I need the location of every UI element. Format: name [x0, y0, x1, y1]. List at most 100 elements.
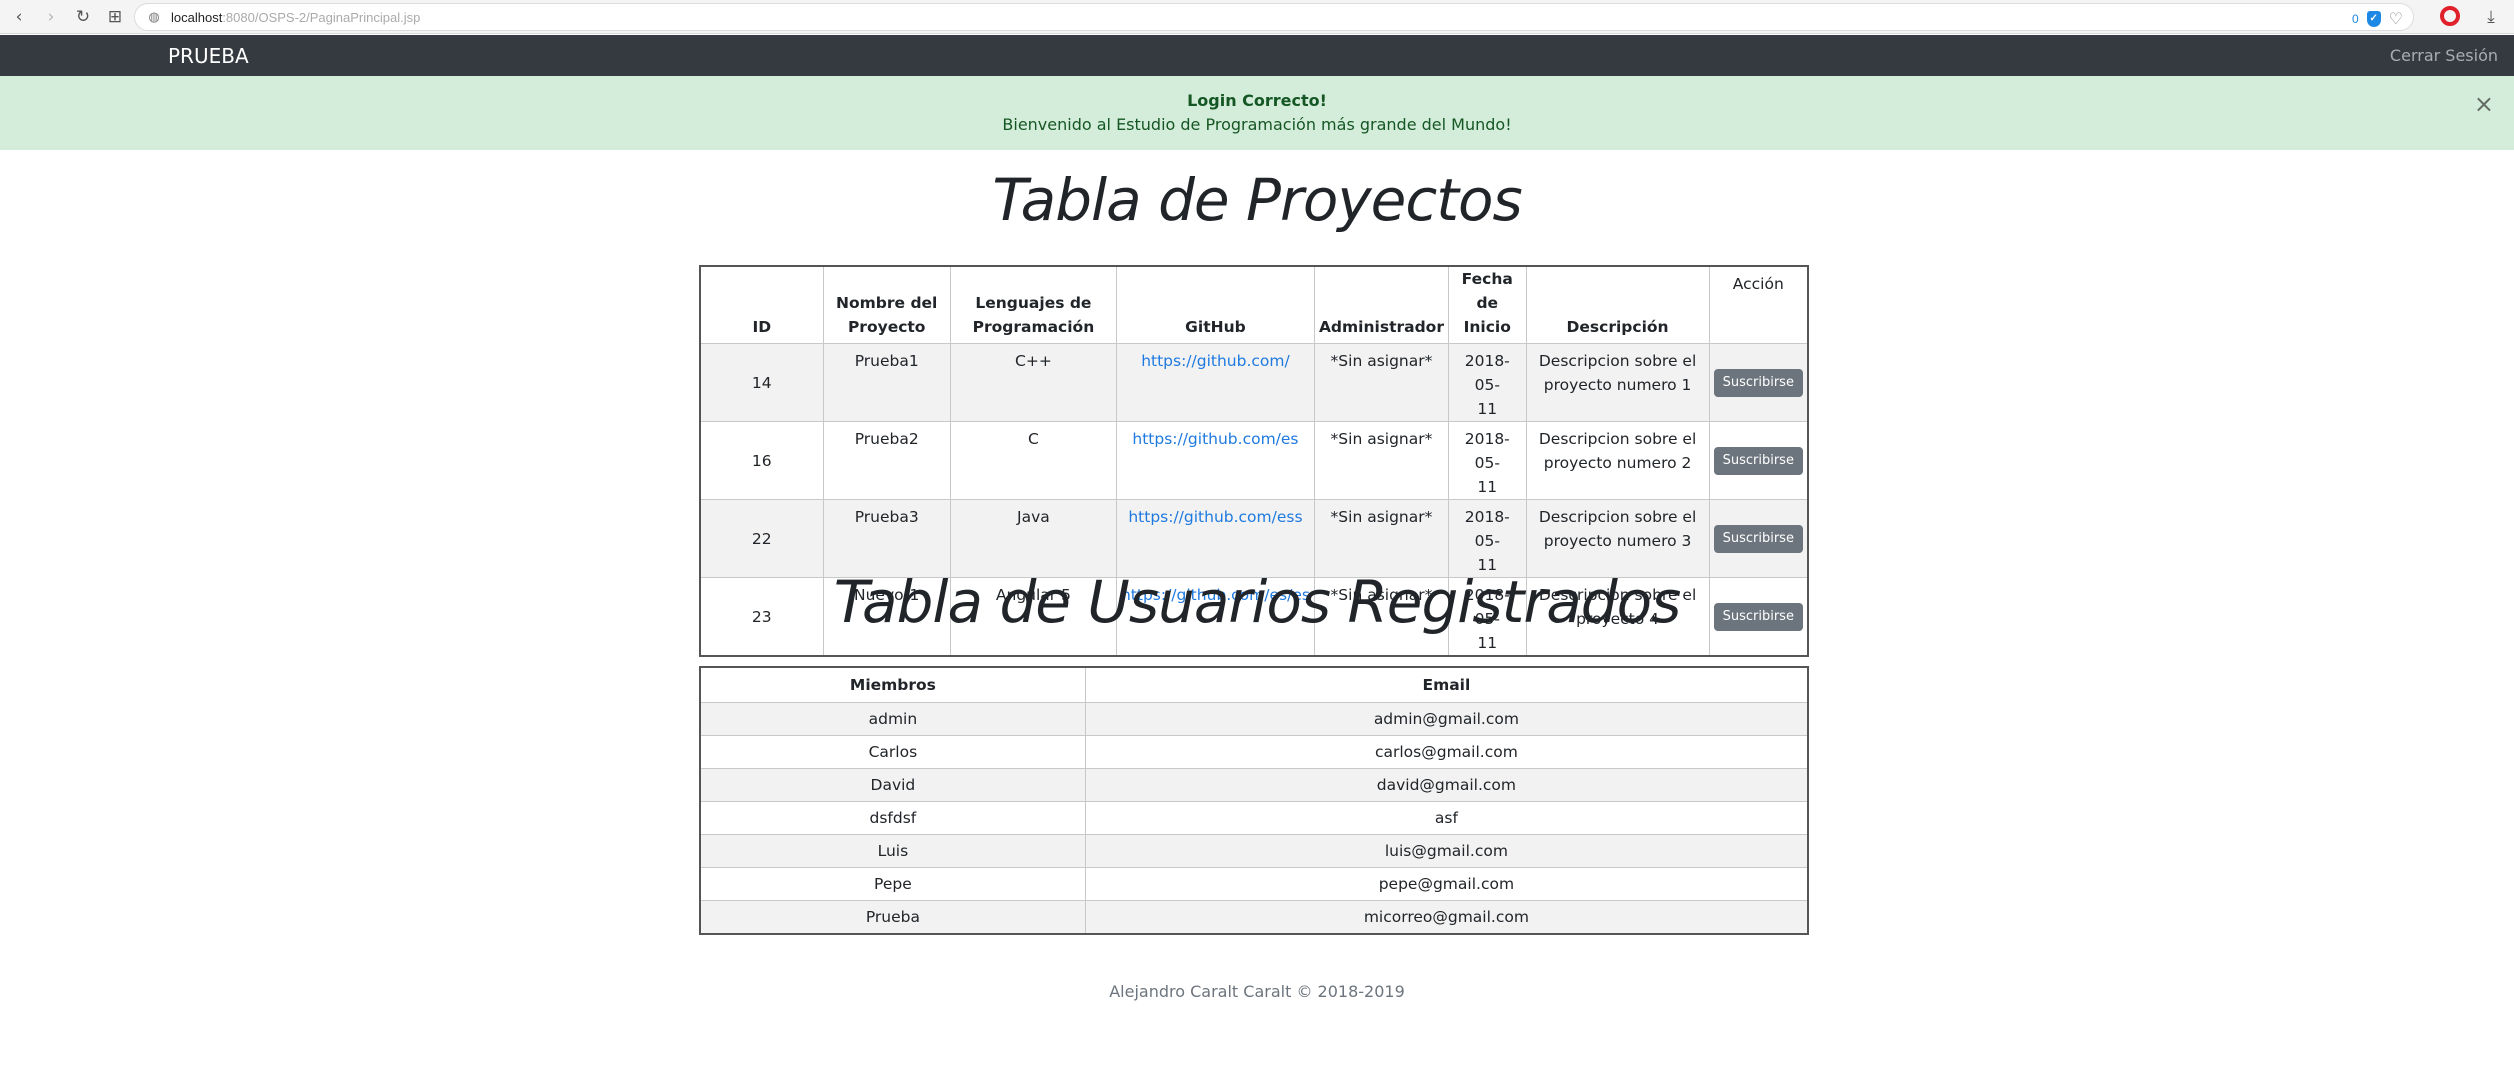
- table-row: admin admin@gmail.com: [699, 701, 1809, 736]
- navbar-brand[interactable]: PRUEBA: [168, 44, 249, 68]
- table-row: 22 Prueba3 Java https://github.com/ess *…: [699, 499, 1809, 578]
- url-host: localhost: [171, 9, 223, 25]
- cell-email: micorreo@gmail.com: [1084, 899, 1809, 934]
- globe-icon: ◍: [148, 9, 160, 25]
- table-row: David david@gmail.com: [699, 767, 1809, 802]
- cell-name: Prueba2: [822, 421, 951, 500]
- cell-action: Suscribirse: [1708, 343, 1809, 422]
- header-start-date: Fecha de Inicio: [1447, 265, 1527, 344]
- table-row: 16 Prueba2 C https://github.com/es *Sin …: [699, 421, 1809, 500]
- cell-date: 2018-05- 11: [1447, 421, 1527, 500]
- cell-member: Prueba: [699, 899, 1086, 934]
- browser-toolbar: ‹ › ↻ ⊞ ◍ localhost:8080/OSPS-2/PaginaPr…: [0, 0, 2514, 34]
- table-row: dsfdsf asf: [699, 800, 1809, 835]
- cell-admin: *Sin asignar*: [1313, 343, 1449, 422]
- table-header-row: Miembros Email: [699, 666, 1809, 703]
- alert-title: Login Correcto!: [1187, 91, 1327, 110]
- download-icon[interactable]: ⤓: [2478, 4, 2504, 30]
- header-admin: Administrador: [1313, 265, 1449, 344]
- cell-language: Java: [949, 499, 1117, 578]
- adblock-shield-icon[interactable]: ✓: [2366, 10, 2381, 27]
- cell-github: https://github.com/ess: [1115, 499, 1315, 578]
- cell-id: 22: [699, 499, 824, 578]
- reload-icon[interactable]: ↻: [70, 4, 96, 30]
- url-text[interactable]: localhost:8080/OSPS-2/PaginaPrincipal.js…: [171, 10, 420, 25]
- cell-language: C++: [949, 343, 1117, 422]
- speed-dial-icon[interactable]: ⊞: [102, 4, 128, 30]
- header-text: Proyecto: [847, 318, 926, 336]
- date-text: 2018-05-: [1464, 352, 1510, 394]
- header-languages: Lenguajes de Programación: [949, 265, 1117, 344]
- subscribe-button[interactable]: Suscribirse: [1713, 368, 1803, 397]
- cell-description: Descripcion sobre el proyecto numero 2: [1525, 421, 1710, 500]
- github-link[interactable]: https://github.com/es: [1132, 430, 1298, 448]
- cell-name: Prueba3: [822, 499, 951, 578]
- header-github: GitHub: [1115, 265, 1315, 344]
- cell-date: 2018-05- 11: [1447, 343, 1527, 422]
- header-description: Descripción: [1525, 265, 1710, 344]
- table-row: Pepe pepe@gmail.com: [699, 866, 1809, 901]
- cell-date: 2018-05- 11: [1447, 499, 1527, 578]
- forward-icon[interactable]: ›: [38, 4, 64, 30]
- description-text: proyecto numero 2: [1543, 454, 1692, 472]
- cell-member: Luis: [699, 833, 1086, 868]
- cell-email: admin@gmail.com: [1084, 701, 1809, 736]
- cell-action: Suscribirse: [1708, 499, 1809, 578]
- blocked-count: 0: [2351, 11, 2359, 26]
- close-icon[interactable]: ×: [2474, 90, 2494, 118]
- subscribe-button[interactable]: Suscribirse: [1713, 446, 1803, 475]
- cell-description: Descripcion sobre el proyecto numero 3: [1525, 499, 1710, 578]
- back-icon[interactable]: ‹: [6, 4, 32, 30]
- header-action: Acción: [1708, 265, 1809, 344]
- header-text: Inicio: [1463, 318, 1511, 336]
- cell-action: Suscribirse: [1708, 421, 1809, 500]
- table-row: Luis luis@gmail.com: [699, 833, 1809, 868]
- cell-email: luis@gmail.com: [1084, 833, 1809, 868]
- table-row: Prueba micorreo@gmail.com: [699, 899, 1809, 934]
- header-text: Lenguajes de: [975, 294, 1092, 312]
- alert-message: Bienvenido al Estudio de Programación má…: [1002, 115, 1512, 134]
- header-id: ID: [699, 265, 824, 344]
- cell-member: Pepe: [699, 866, 1086, 901]
- table-header-row: ID Nombre del Proyecto Lenguajes de Progra…: [699, 265, 1809, 344]
- subscribe-button[interactable]: Suscribirse: [1713, 524, 1803, 553]
- header-text: Fecha de: [1461, 270, 1513, 312]
- github-link[interactable]: https://github.com/: [1141, 352, 1290, 370]
- cell-language: C: [949, 421, 1117, 500]
- url-path: :8080/OSPS-2/PaginaPrincipal.jsp: [222, 9, 421, 25]
- users-title: Tabla de Usuarios Registrados: [833, 568, 1682, 636]
- github-link[interactable]: https://github.com/ess: [1128, 508, 1302, 526]
- cell-description: Descripcion sobre el proyecto numero 1: [1525, 343, 1710, 422]
- opera-icon[interactable]: [2440, 6, 2460, 26]
- cell-admin: *Sin asignar*: [1313, 499, 1449, 578]
- table-row: Carlos carlos@gmail.com: [699, 734, 1809, 769]
- date-text: 11: [1477, 478, 1498, 496]
- description-text: Descripcion sobre el: [1538, 508, 1697, 526]
- cell-email: carlos@gmail.com: [1084, 734, 1809, 769]
- cell-email: asf: [1084, 800, 1809, 835]
- cell-github: https://github.com/: [1115, 343, 1315, 422]
- header-text: Nombre del: [836, 294, 938, 312]
- header-text: Programación: [972, 318, 1095, 336]
- header-members: Miembros: [699, 666, 1086, 703]
- success-alert: Login Correcto! Bienvenido al Estudio de…: [0, 76, 2514, 150]
- description-text: proyecto numero 3: [1543, 532, 1692, 550]
- date-text: 11: [1477, 634, 1498, 652]
- logout-link[interactable]: Cerrar Sesión: [2390, 46, 2498, 65]
- heart-icon[interactable]: ♡: [2389, 9, 2403, 28]
- navbar: PRUEBA Cerrar Sesión: [0, 35, 2514, 76]
- cell-member: dsfdsf: [699, 800, 1086, 835]
- date-text: 2018-05-: [1464, 508, 1510, 550]
- table-row: 14 Prueba1 C++ https://github.com/ *Sin …: [699, 343, 1809, 422]
- cell-email: pepe@gmail.com: [1084, 866, 1809, 901]
- cell-name: Prueba1: [822, 343, 951, 422]
- description-text: proyecto numero 1: [1543, 376, 1692, 394]
- cell-member: Carlos: [699, 734, 1086, 769]
- address-bar[interactable]: ◍ localhost:8080/OSPS-2/PaginaPrincipal.…: [134, 3, 2414, 31]
- header-project-name: Nombre del Proyecto: [822, 265, 951, 344]
- cell-email: david@gmail.com: [1084, 767, 1809, 802]
- cell-id: 16: [699, 421, 824, 500]
- description-text: Descripcion sobre el: [1538, 352, 1697, 370]
- date-text: 11: [1477, 400, 1498, 418]
- date-text: 2018-05-: [1464, 430, 1510, 472]
